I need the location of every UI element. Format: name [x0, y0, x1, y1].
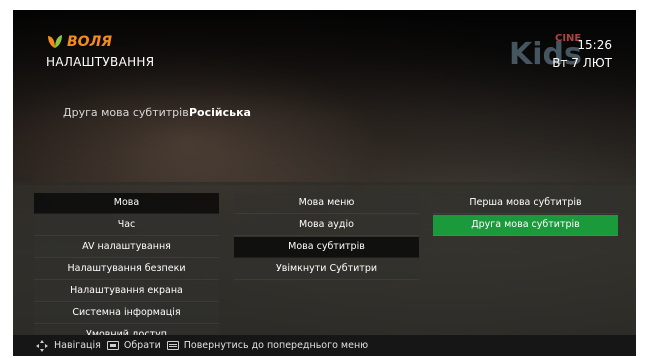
clock: 15:26	[577, 38, 612, 52]
submenu-item-menu-language[interactable]: Мова меню	[234, 193, 419, 214]
main-menu: Мова Час AV налаштування Налаштування бе…	[34, 193, 219, 347]
brand-logo: ВОЛЯ	[46, 33, 112, 51]
date: Вт 7 ЛЮТ	[552, 56, 612, 70]
subtitle-submenu: Перша мова субтитрів Друга мова субтитрі…	[433, 193, 618, 237]
submenu-item-second-subtitle-language[interactable]: Друга мова субтитрів	[433, 215, 618, 236]
language-submenu: Мова меню Мова аудіо Мова субтитрів Увім…	[234, 193, 419, 281]
menu-item-system-info[interactable]: Системна інформація	[34, 303, 219, 324]
submenu-item-first-subtitle-language[interactable]: Перша мова субтитрів	[433, 193, 618, 214]
menu-item-security-settings[interactable]: Налаштування безпеки	[34, 259, 219, 280]
navigation-arrows-icon	[36, 339, 48, 352]
menu-item-language[interactable]: Мова	[34, 193, 219, 214]
info-value: Російська	[189, 106, 251, 119]
footer-hints: Навігація Обрати Повернутись до попередн…	[13, 335, 636, 356]
submenu-item-audio-language[interactable]: Мова аудіо	[234, 215, 419, 236]
footer-navigate-label: Навігація	[54, 340, 101, 351]
tv-screen: ВОЛЯ НАЛАШТУВАННЯ Kids CINE 15:26 Вт 7 Л…	[13, 10, 636, 356]
menu-item-screen-settings[interactable]: Налаштування екрана	[34, 281, 219, 302]
ok-key-icon	[106, 341, 119, 350]
back-key-icon	[166, 341, 179, 350]
brand-name: ВОЛЯ	[67, 34, 112, 50]
footer-select-label: Обрати	[123, 340, 161, 351]
leaf-icon	[48, 35, 62, 48]
submenu-item-enable-subtitles[interactable]: Увімкнути Субтитри	[234, 259, 419, 280]
menu-item-time[interactable]: Час	[34, 215, 219, 236]
menu-item-av-settings[interactable]: AV налаштування	[34, 237, 219, 258]
page-title: НАЛАШТУВАННЯ	[46, 55, 155, 69]
submenu-item-subtitle-language[interactable]: Мова субтитрів	[234, 237, 419, 258]
footer-back-label: Повернутись до попереднього меню	[183, 340, 369, 351]
info-label: Друга мова субтитрів	[63, 106, 189, 119]
